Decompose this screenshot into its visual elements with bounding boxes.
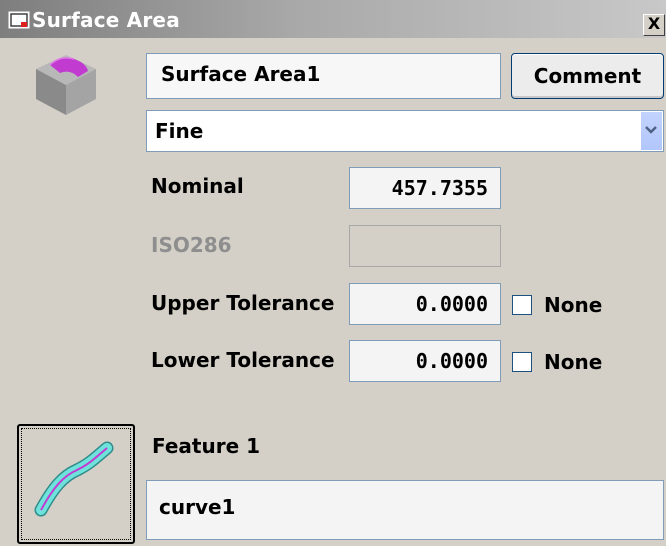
feature-label: Feature 1 <box>152 434 261 458</box>
lower-tolerance-field[interactable]: 0.0000 <box>349 340 501 382</box>
feature-name-field[interactable]: Surface Area1 <box>146 53 501 99</box>
comment-button[interactable]: Comment <box>511 53 664 99</box>
nominal-label: Nominal <box>151 174 244 198</box>
nominal-value-field[interactable]: 457.7355 <box>349 167 501 209</box>
surface-area-dialog: Surface Area X Surface Area1 Comment Fin… <box>0 0 666 544</box>
upper-tolerance-field[interactable]: 0.0000 <box>349 283 501 325</box>
surface-area-cube-icon <box>36 55 96 115</box>
upper-tolerance-label: Upper Tolerance <box>151 291 335 315</box>
iso286-field <box>349 225 501 267</box>
dialog-window-icon <box>8 11 30 29</box>
curve-feature-icon <box>34 441 114 517</box>
window-title: Surface Area <box>32 8 180 32</box>
feature-select-button[interactable] <box>17 424 135 544</box>
feature-value-field[interactable]: curve1 <box>146 480 664 540</box>
resolution-selected-value: Fine <box>155 119 204 143</box>
upper-tolerance-none-checkbox[interactable] <box>512 295 532 315</box>
lower-tolerance-none-checkbox[interactable] <box>512 352 532 372</box>
lower-tolerance-none-label: None <box>544 350 603 374</box>
close-button[interactable]: X <box>643 14 665 36</box>
upper-tolerance-none-label: None <box>544 293 603 317</box>
chevron-down-icon[interactable] <box>640 112 662 150</box>
resolution-select[interactable]: Fine <box>146 110 664 152</box>
title-bar[interactable]: Surface Area X <box>0 0 666 38</box>
lower-tolerance-label: Lower Tolerance <box>151 348 335 372</box>
iso286-label: ISO286 <box>151 233 232 257</box>
